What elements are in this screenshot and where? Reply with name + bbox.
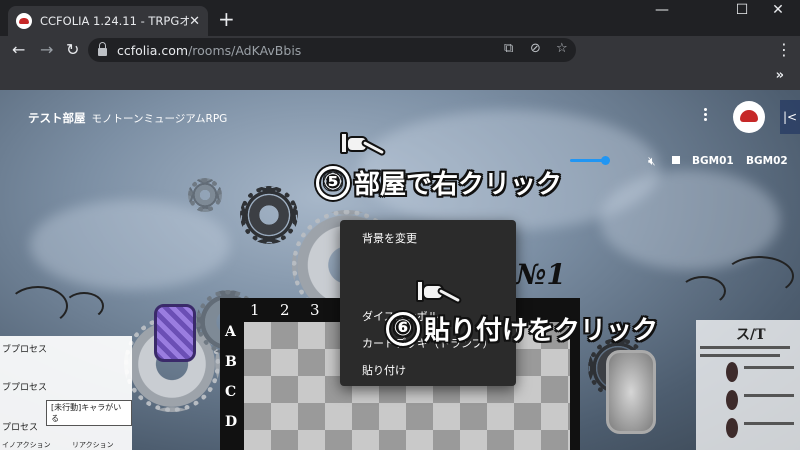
process-line: プロセス — [2, 423, 39, 433]
room-subtitle: モノトーンミュージアムRPG — [91, 113, 228, 125]
bgm01-button[interactable]: BGM01 — [692, 155, 734, 167]
pointing-hand-icon — [340, 130, 387, 157]
status-text-line — [744, 366, 794, 369]
status-icon — [726, 362, 738, 382]
new-tab-button[interactable]: + — [218, 9, 235, 29]
step5-text: 部屋で右クリック — [354, 170, 563, 200]
silver-frame-token[interactable] — [606, 350, 656, 434]
stop-icon[interactable] — [672, 156, 680, 164]
tab-close-icon[interactable]: ✕ — [189, 14, 200, 29]
background-fog — [600, 170, 780, 270]
user-avatar[interactable] — [733, 101, 765, 133]
board-row-label: C — [225, 384, 237, 400]
url-path: /rooms/AdKAvBbis — [188, 42, 302, 58]
browser-toolbar: ← → ↻ ccfolia.com/rooms/AdKAvBbis ⧉ ⊘ ☆ … — [0, 36, 800, 64]
room-title: テスト部屋 モノトーンミュージアムRPG — [28, 110, 227, 126]
status-text-line — [700, 346, 790, 349]
mute-icon[interactable]: 🔇︎ — [648, 154, 656, 169]
pointing-hand-icon — [416, 278, 463, 305]
context-menu: 背景を変更 ダイスシンボル カードデッキ（トランプ） 貼り付け — [340, 220, 516, 386]
background-fog — [30, 200, 230, 290]
scroll-ornament — [680, 276, 726, 306]
bgm-volume-slider[interactable] — [570, 156, 610, 165]
process-line: ブプロセス — [2, 383, 48, 393]
board-column-label: 1 — [250, 301, 260, 319]
room-name: テスト部屋 — [28, 111, 86, 125]
board-row-label: B — [225, 354, 237, 370]
status-panel-title: ス/T — [736, 327, 766, 343]
bookmark-bar: » — [0, 64, 800, 90]
process-line: イノアクション — [2, 441, 51, 449]
room-menu-icon[interactable] — [700, 106, 710, 126]
menu-item-change-background[interactable]: 背景を変更 — [362, 230, 417, 246]
status-text-line — [744, 422, 794, 425]
process-line: リアクション — [72, 441, 114, 449]
menu-item-paste[interactable]: 貼り付け — [362, 362, 406, 378]
bookmarks-overflow-icon[interactable]: » — [776, 68, 784, 83]
board-number-decoration: №1 — [516, 258, 566, 291]
address-bar[interactable]: ccfolia.com/rooms/AdKAvBbis ⧉ ⊘ ☆ — [88, 38, 576, 62]
step5-annotation: ⑤ 部屋で右クリック — [316, 164, 562, 201]
board-row-label: D — [225, 414, 238, 430]
gear-decoration — [188, 178, 222, 212]
url-host: ccfolia.com — [117, 42, 189, 58]
step6-annotation: ⑥ 貼り付けをクリック — [386, 310, 658, 347]
back-button[interactable]: ← — [12, 40, 25, 60]
process-line: ブプロセス — [2, 345, 48, 355]
close-window-button[interactable]: ✕ — [760, 0, 796, 20]
step6-text: 貼り付けをクリック — [424, 316, 659, 346]
board-column-label: 3 — [310, 301, 320, 319]
browser-menu-icon[interactable]: ⋮ — [776, 40, 792, 60]
scroll-ornament — [8, 286, 68, 326]
tab-title: CCFOLIA 1.24.11 - TRPGオンライン — [40, 14, 190, 28]
forward-button[interactable]: → — [40, 40, 53, 60]
maximize-button[interactable]: ☐ — [724, 0, 760, 20]
status-icon — [726, 390, 738, 410]
board-row-label: A — [225, 324, 236, 340]
status-text-line — [700, 354, 780, 357]
browser-titlebar: CCFOLIA 1.24.11 - TRPGオンライン ✕ + — ☐ ✕ — [0, 0, 800, 36]
process-panel[interactable]: ブプロセス ブプロセス [未行動]キャラがいる プロセス イノアクション リアク… — [0, 336, 132, 450]
process-box: [未行動]キャラがいる — [46, 400, 132, 426]
status-panel[interactable]: ス/T — [696, 320, 800, 450]
eye-off-icon[interactable]: ⊘ — [530, 41, 541, 56]
ccfolia-favicon-icon — [16, 13, 32, 29]
star-icon[interactable]: ☆ — [556, 41, 568, 56]
minimize-button[interactable]: — — [644, 0, 680, 20]
reload-button[interactable]: ↻ — [66, 40, 79, 60]
gear-decoration — [240, 186, 298, 244]
share-icon[interactable]: ⧉ — [504, 41, 513, 56]
lock-icon[interactable] — [98, 42, 107, 56]
room-canvas[interactable]: テスト部屋 モノトーンミュージアムRPG |< 🔇︎ BGM01 BGM02 1 … — [0, 90, 800, 450]
status-text-line — [744, 394, 794, 397]
purple-token[interactable] — [154, 304, 196, 362]
bgm02-button[interactable]: BGM02 — [746, 155, 788, 167]
drawer-toggle-button[interactable]: |< — [780, 100, 800, 134]
scroll-ornament — [64, 292, 104, 320]
step5-number: ⑤ — [316, 165, 350, 200]
board-column-label: 2 — [280, 301, 290, 319]
scroll-ornament — [724, 256, 794, 296]
status-icon — [726, 418, 738, 438]
step6-number: ⑥ — [386, 311, 420, 346]
browser-tab[interactable]: CCFOLIA 1.24.11 - TRPGオンライン ✕ — [8, 6, 208, 36]
